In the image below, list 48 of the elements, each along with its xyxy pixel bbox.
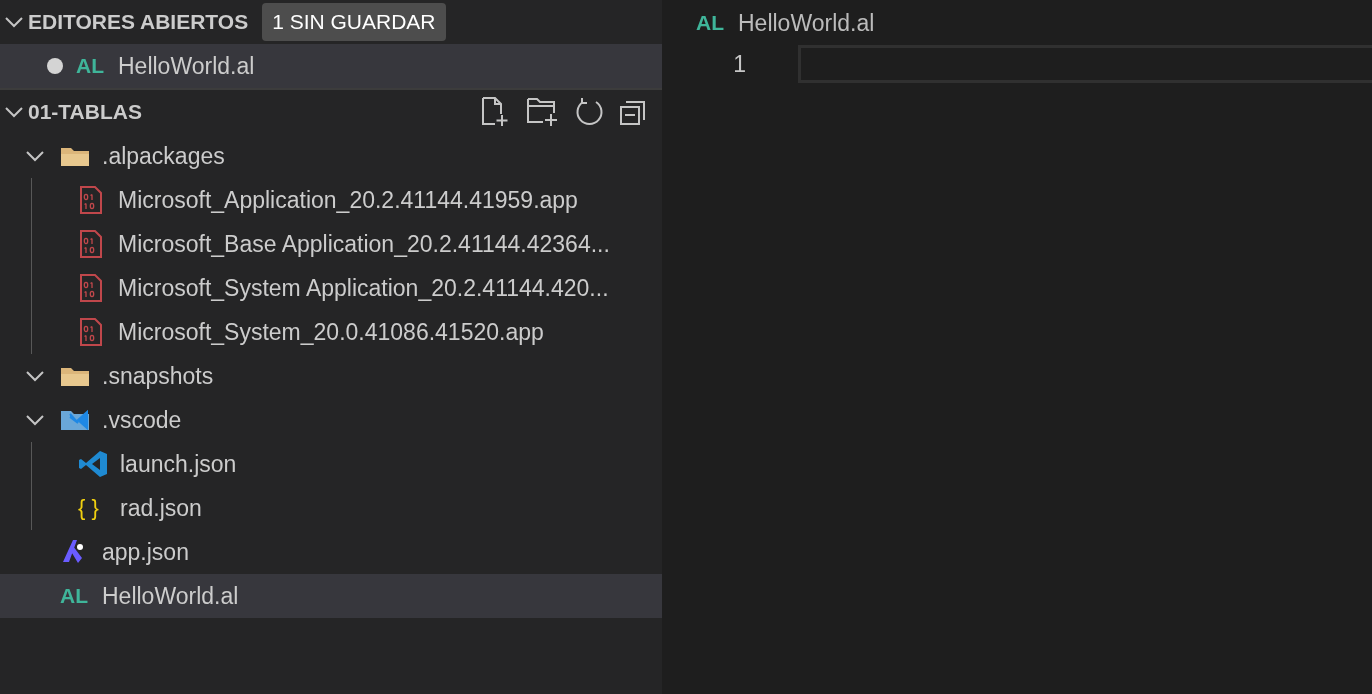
refresh-icon[interactable] bbox=[574, 97, 604, 127]
folder-icon bbox=[60, 145, 90, 167]
new-folder-icon[interactable] bbox=[526, 97, 560, 127]
file-row[interactable]: AL HelloWorld.al bbox=[0, 574, 662, 618]
chevron-icon[interactable] bbox=[4, 16, 24, 28]
chevron-icon[interactable] bbox=[25, 150, 45, 162]
vscode-icon bbox=[78, 450, 108, 478]
folder-row[interactable]: .vscode bbox=[0, 398, 662, 442]
chevron-icon[interactable] bbox=[4, 106, 24, 118]
al-file-icon: AL bbox=[696, 11, 738, 35]
file-name: app.json bbox=[102, 538, 189, 566]
binary-file-icon bbox=[78, 318, 104, 346]
folder-row[interactable]: .alpackages bbox=[0, 134, 662, 178]
folder-icon bbox=[60, 365, 90, 387]
file-name: rad.json bbox=[120, 494, 202, 522]
file-name: .alpackages bbox=[102, 142, 225, 170]
file-name: Microsoft_System_20.0.41086.41520.app bbox=[118, 318, 544, 346]
chevron-icon[interactable] bbox=[25, 414, 45, 426]
file-name: Microsoft_Base Application_20.2.41144.42364... bbox=[118, 230, 610, 258]
file-row[interactable]: Microsoft_Base Application_20.2.41144.42364... bbox=[0, 222, 662, 266]
vscode-folder-icon bbox=[60, 408, 90, 432]
file-name: HelloWorld.al bbox=[118, 52, 255, 80]
file-row[interactable]: Microsoft_System Application_20.2.41144.420... bbox=[0, 266, 662, 310]
file-name: .vscode bbox=[102, 406, 182, 434]
al-file-icon: AL bbox=[60, 584, 102, 608]
file-name: HelloWorld.al bbox=[102, 582, 239, 610]
file-name: Microsoft_System Application_20.2.41144.420... bbox=[118, 274, 609, 302]
file-row[interactable]: Microsoft_Application_20.2.41144.41959.app bbox=[0, 178, 662, 222]
file-name: launch.json bbox=[120, 450, 237, 478]
binary-file-icon bbox=[78, 274, 104, 302]
line-number: 1 bbox=[732, 50, 746, 78]
file-row[interactable]: { } rad.json bbox=[0, 486, 662, 530]
file-row[interactable]: launch.json bbox=[0, 442, 662, 486]
chevron-icon[interactable] bbox=[25, 370, 45, 382]
open-editor-row[interactable]: AL HelloWorld.al bbox=[0, 44, 662, 88]
section-title[interactable]: 01-TABLAS bbox=[28, 100, 142, 124]
file-row[interactable]: app.json bbox=[0, 530, 662, 574]
braces-icon: { } bbox=[78, 495, 120, 521]
binary-file-icon bbox=[78, 186, 104, 214]
al-file-icon: AL bbox=[76, 54, 118, 78]
binary-file-icon bbox=[78, 230, 104, 258]
editor-tab[interactable]: HelloWorld.al bbox=[738, 9, 875, 37]
file-name: Microsoft_Application_20.2.41144.41959.app bbox=[118, 186, 578, 214]
unsaved-badge: 1 SIN GUARDAR bbox=[262, 3, 446, 41]
file-row[interactable]: Microsoft_System_20.0.41086.41520.app bbox=[0, 310, 662, 354]
folder-row[interactable]: .snapshots bbox=[0, 354, 662, 398]
file-name: .snapshots bbox=[102, 362, 214, 390]
section-title[interactable]: EDITORES ABIERTOS bbox=[28, 10, 249, 34]
